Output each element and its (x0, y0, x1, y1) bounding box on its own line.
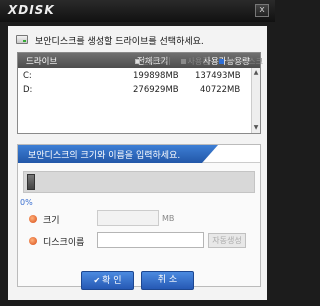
table-row[interactable]: D: 276929MB 40722MB (18, 84, 251, 97)
slider-handle[interactable] (27, 174, 35, 190)
app-logo: XDISK (8, 3, 55, 17)
drive-icon (16, 35, 28, 44)
disk-size-slider[interactable] (23, 171, 255, 193)
size-section-title: 보안디스크의 크기와 이름을 입력하세요. (28, 151, 181, 161)
auto-generate-button[interactable]: 자동생성 (208, 233, 246, 248)
legend-swatch-used (180, 59, 186, 64)
legend-swatch-total (134, 59, 140, 64)
ok-label: 확 인 (102, 276, 122, 286)
ok-button[interactable]: ✔ 확 인 (81, 271, 134, 290)
table-row[interactable]: C: 199898MB 137493MB (18, 70, 251, 83)
size-section-header: 보안디스크의 크기와 이름을 입력하세요. (18, 145, 260, 163)
size-label: 크기 (43, 216, 60, 226)
disk-name-input[interactable] (97, 232, 204, 248)
bullet-icon (29, 215, 37, 223)
drive-total-size: 199898MB (133, 71, 179, 81)
close-button[interactable]: x (255, 4, 269, 17)
disk-name-label: 디스크이름 (43, 238, 85, 248)
size-input[interactable] (97, 210, 159, 226)
drive-select-instruction: 보안디스크를 생성할 드라이브를 선택하세요. (35, 37, 204, 47)
scroll-down-icon[interactable]: ▼ (252, 124, 260, 132)
cancel-button[interactable]: 취 소 (141, 271, 194, 290)
size-percent: 0% (20, 198, 33, 207)
disk-usage-legend: 전체크기 사용중 보안디스크 (128, 56, 263, 67)
drive-letter: D: (23, 85, 33, 95)
legend-swatch-secure (219, 59, 225, 64)
legend-item-used: 사용중 (180, 57, 210, 66)
drive-table-scrollbar[interactable]: ▲ ▼ (251, 68, 260, 133)
dialog-panel: 보안디스크를 생성할 드라이브를 선택하세요. 드라이브 전체크기 사용가능용량… (8, 26, 267, 300)
drive-total-size: 276929MB (133, 85, 179, 95)
drive-select-header: 보안디스크를 생성할 드라이브를 선택하세요. (14, 33, 264, 47)
drive-free-space: 40722MB (200, 85, 241, 95)
check-icon: ✔ (93, 276, 101, 285)
bullet-icon (29, 237, 37, 245)
column-header-drive: 드라이브 (26, 57, 58, 67)
size-unit: MB (162, 214, 175, 223)
legend-item-secure: 보안디스크 (219, 57, 263, 66)
drive-letter: C: (23, 71, 32, 81)
title-bar: XDISK x (0, 0, 275, 22)
scroll-up-icon[interactable]: ▲ (252, 69, 260, 77)
legend-item-total: 전체크기 (134, 57, 171, 66)
drive-free-space: 137493MB (195, 71, 241, 81)
